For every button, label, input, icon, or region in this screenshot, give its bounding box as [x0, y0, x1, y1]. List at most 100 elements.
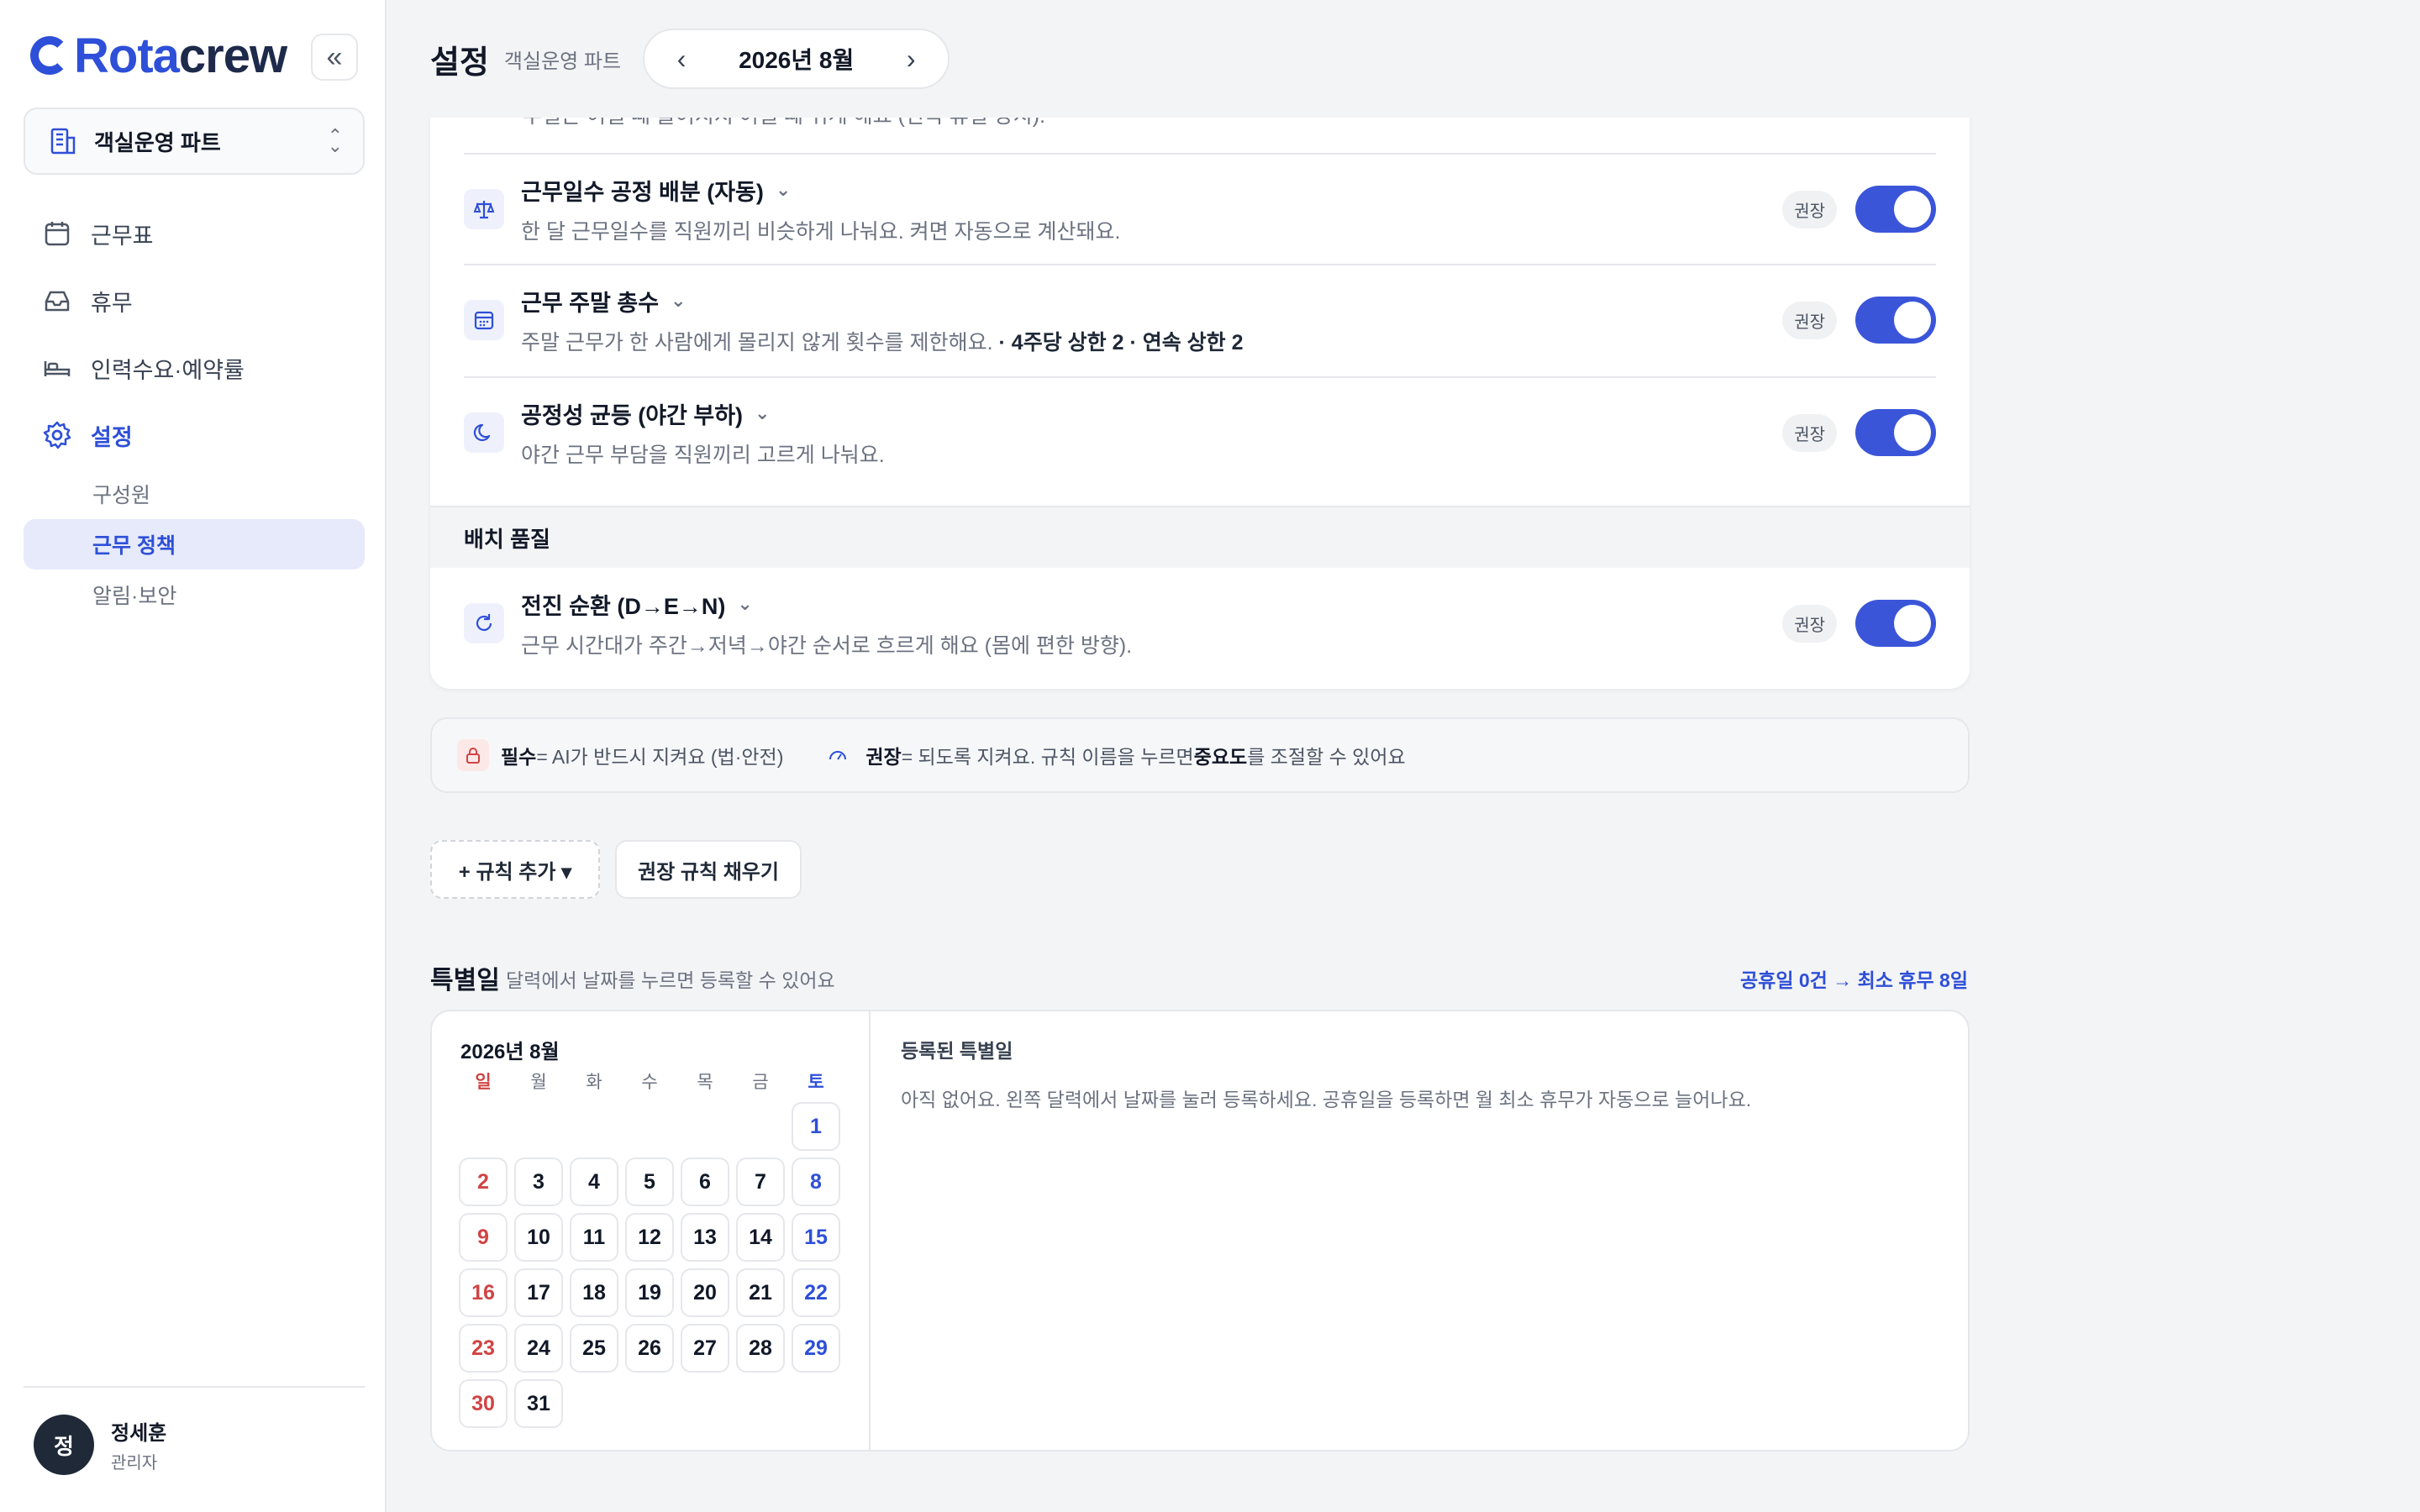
add-rule-button[interactable]: + 규칙 추가 ▾ [430, 840, 600, 899]
user-role: 관리자 [111, 1454, 158, 1473]
scale-icon [464, 189, 504, 229]
fill-recommended-button[interactable]: 권장 규칙 채우기 [615, 840, 802, 899]
weekday-header: 수 [641, 1073, 658, 1092]
calendar-day[interactable]: 31 [514, 1379, 563, 1428]
nav-item-demand[interactable]: 인력수요·예약률 [24, 334, 365, 402]
lock-icon [457, 739, 489, 771]
calendar-day[interactable]: 18 [570, 1268, 618, 1317]
rule-row: 근무일수 공정 배분 (자동) ⌄ 한 달 근무일수를 직원끼리 비슷하게 나눠요… [464, 153, 1936, 264]
calendar-blank [459, 1102, 508, 1151]
rule-title[interactable]: 근무 주말 총수 ⌄ [521, 285, 1782, 318]
calendar-day[interactable]: 24 [514, 1324, 563, 1373]
calendar-day[interactable]: 14 [736, 1213, 785, 1262]
month-navigator: ‹ 2026년 8월 › [643, 29, 950, 89]
moon-icon [464, 412, 504, 453]
logo-mark-icon [30, 36, 69, 75]
legend-recommended-label: 권장 [865, 746, 902, 768]
calendar-day[interactable]: 5 [625, 1158, 674, 1206]
calendar-day[interactable]: 11 [570, 1213, 618, 1262]
calendar-day[interactable]: 12 [625, 1213, 674, 1262]
calendar-day[interactable]: 30 [459, 1379, 508, 1428]
special-days-hint: 달력에서 날짜를 누르면 등록할 수 있어요 [506, 969, 835, 991]
calendar-day[interactable]: 7 [736, 1158, 785, 1206]
rule-toggle[interactable] [1855, 409, 1936, 456]
recommended-badge: 권장 [1782, 301, 1837, 339]
calendar-day[interactable]: 23 [459, 1324, 508, 1373]
calendar-day[interactable]: 28 [736, 1324, 785, 1373]
calendar-day[interactable]: 1 [792, 1102, 840, 1151]
calendar-day[interactable]: 26 [625, 1324, 674, 1373]
sub-item-work-policy[interactable]: 근무 정책 [24, 519, 365, 570]
nav-item-dayoff[interactable]: 휴무 [24, 267, 365, 334]
calendar-day[interactable]: 3 [514, 1158, 563, 1206]
inbox-icon [40, 284, 74, 318]
team-selector[interactable]: 객실운영 파트 ⌃ ⌄ [24, 108, 365, 175]
calendar-day[interactable]: 9 [459, 1213, 508, 1262]
calendar-grid: 일 월 화 수 목 금 토 1 2 3 4 5 6 7 8 9 10 11 12 13 14 15 16 17 18 19 20 21… [459, 1070, 840, 1428]
rule-row: 공정성 균등 (야간 부하) ⌄ 야간 근무 부담을 직원끼리 고르게 나눠요. … [464, 376, 1936, 487]
chevron-left-icon[interactable]: ‹ [665, 44, 698, 75]
calendar-day[interactable]: 19 [625, 1268, 674, 1317]
calendar-day[interactable]: 25 [570, 1324, 618, 1373]
weekday-header: 월 [530, 1073, 547, 1092]
refresh-icon [464, 603, 504, 643]
weekday-header: 일 [475, 1073, 492, 1092]
calendar-blank [570, 1102, 618, 1151]
calendar-day[interactable]: 16 [459, 1268, 508, 1317]
weekday-header: 화 [586, 1073, 602, 1092]
rule-row: 전진 순환 (D→E→N) ⌄ 근무 시간대가 주간→저녁→야간 순서로 흐르게 … [464, 568, 1936, 679]
calendar-day[interactable]: 8 [792, 1158, 840, 1206]
sub-item-members[interactable]: 구성원 [24, 469, 365, 519]
collapse-sidebar-button[interactable]: « [311, 34, 358, 81]
chevron-up-down-icon: ⌃ ⌄ [327, 125, 343, 156]
bed-icon [40, 351, 74, 385]
rule-title[interactable]: 전진 순환 (D→E→N) ⌄ [521, 588, 1782, 621]
rule-desc: 한 달 근무일수를 직원끼리 비슷하게 나눠요. 켜면 자동으로 계산돼요. [521, 219, 1121, 244]
chevron-down-icon: ⌄ [775, 179, 792, 200]
current-month: 2026년 8월 [739, 47, 855, 73]
rule-desc: 근무 시간대가 주간→저녁→야간 순서로 흐르게 해요 (몸에 편한 방향). [521, 633, 1133, 658]
calendar-day[interactable]: 15 [792, 1213, 840, 1262]
rule-desc: 야간 근무 부담을 직원끼리 고르게 나눠요. [521, 443, 885, 467]
sub-item-alerts-security[interactable]: 알림·보안 [24, 570, 365, 620]
logo[interactable]: Rota crew [30, 28, 287, 83]
rule-title[interactable]: 근무일수 공정 배분 (자동) ⌄ [521, 174, 1782, 207]
calendar-day[interactable]: 6 [681, 1158, 729, 1206]
calendar-blank [736, 1102, 785, 1151]
calendar-title: 2026년 8월 [460, 1041, 560, 1063]
chevron-down-icon: ⌄ [755, 402, 771, 423]
page-title: 설정 [430, 45, 489, 81]
calendar-day[interactable]: 20 [681, 1268, 729, 1317]
calendar-day[interactable]: 27 [681, 1324, 729, 1373]
calendar-day[interactable]: 10 [514, 1213, 563, 1262]
calendar-day[interactable]: 2 [459, 1158, 508, 1206]
calendar-day[interactable]: 21 [736, 1268, 785, 1317]
nav-item-schedule[interactable]: 근무표 [24, 200, 365, 267]
calendar-day[interactable]: 22 [792, 1268, 840, 1317]
calendar-blank [681, 1102, 729, 1151]
calendar-day[interactable]: 17 [514, 1268, 563, 1317]
registered-days-title: 등록된 특별일 [901, 1040, 1013, 1062]
rule-desc: 주말 근무가 한 사람에게 몰리지 않게 횟수를 제한해요. · 4주당 상한 … [521, 330, 1244, 354]
nav-item-settings[interactable]: 설정 [24, 402, 365, 469]
main-nav: 근무표 휴무 인력수요·예약률 설정 구성원 근무 정책 알림·보안 [24, 200, 365, 620]
rule-toggle[interactable] [1855, 297, 1936, 344]
rules-card: 무일은 어떨 때 줄어지지 어떨 때 쉬게 해요 (연속 휴일 방지). 근무일… [430, 76, 1970, 689]
rule-toggle[interactable] [1855, 600, 1936, 647]
logo-text-rota: Rota [74, 28, 180, 83]
user-profile[interactable]: 정 정세훈 관리자 [24, 1386, 365, 1475]
holiday-summary: 공휴일 0건 → 최소 휴무 8일 [1740, 969, 1968, 991]
rule-toggle[interactable] [1855, 186, 1936, 233]
rule-title[interactable]: 공정성 균등 (야간 부하) ⌄ [521, 397, 1782, 430]
rule-row: 근무 주말 총수 ⌄ 주말 근무가 한 사람에게 몰리지 않게 횟수를 제한해요.… [464, 264, 1936, 375]
weekday-header: 목 [697, 1073, 713, 1092]
chevron-right-icon[interactable]: › [894, 44, 928, 75]
weekday-header: 토 [808, 1073, 824, 1092]
calendar-day[interactable]: 29 [792, 1324, 840, 1373]
team-selector-label: 객실운영 파트 [94, 129, 221, 155]
legend-recommended-text-end: 를 조절할 수 있어요 [1247, 746, 1406, 768]
chevron-down-icon: ⌄ [737, 593, 753, 614]
calendar-day[interactable]: 4 [570, 1158, 618, 1206]
calendar-day[interactable]: 13 [681, 1213, 729, 1262]
sidebar: Rota crew « 객실운영 파트 ⌃ ⌄ 근무표 휴무 인력수요·예약률 … [0, 0, 387, 1512]
